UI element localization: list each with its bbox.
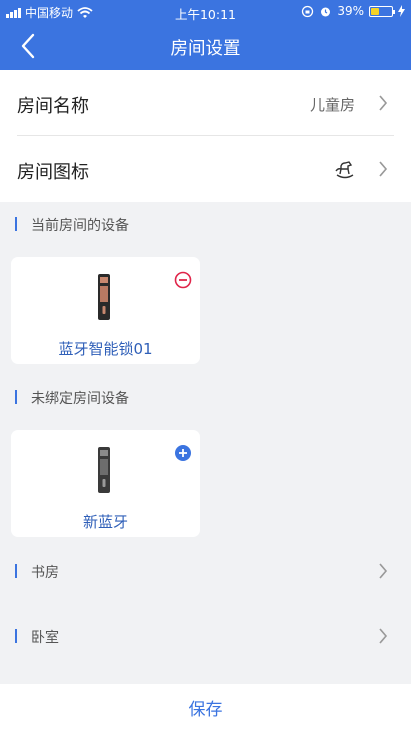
room-icon-row[interactable]: 房间图标 [0,136,411,202]
current-devices-heading: 当前房间的设备 [0,214,411,234]
device-name: 新蓝牙 [82,513,128,531]
chevron-right-icon [379,95,388,111]
room-name-row[interactable]: 房间名称 儿童房 [0,70,411,136]
section-marker [15,629,17,643]
rocking-horse-icon [335,161,354,179]
smart-lock-image [98,447,110,493]
section-marker [15,564,17,578]
rotation-lock-icon [302,5,314,17]
section-marker [15,217,17,231]
battery-fill [371,7,379,15]
section-title: 当前房间的设备 [31,218,129,234]
room-item-label: 卧室 [31,630,59,646]
chevron-right-icon [379,628,388,644]
room-name-label: 房间名称 [17,96,89,117]
unbound-devices-heading: 未绑定房间设备 [0,387,411,407]
room-item-label: 书房 [31,565,59,581]
alarm-icon [321,7,331,16]
battery-icon [369,5,395,17]
room-item-bedroom[interactable]: 卧室 [0,626,411,646]
remove-icon[interactable] [174,271,192,289]
room-name-value: 儿童房 [309,96,355,114]
device-card[interactable]: 新蓝牙 [11,430,200,537]
add-icon[interactable] [174,444,192,462]
status-bar: 中国移动 上午10:11 39% [0,0,411,22]
page-title: 房间设置 [170,39,241,59]
save-button[interactable]: 保存 [0,695,411,720]
section-marker [15,390,17,404]
section-title: 未绑定房间设备 [31,391,129,407]
footer-bar: 保存 [0,684,411,732]
room-icon-label: 房间图标 [17,162,89,183]
app-header: 中国移动 上午10:11 39% 房间设置 [0,0,411,70]
battery-percent: 39% [337,4,364,18]
device-name: 蓝牙智能锁01 [58,340,153,358]
chevron-right-icon [379,161,388,177]
room-item-study[interactable]: 书房 [0,561,411,581]
smart-lock-image [98,274,110,320]
device-card[interactable]: 蓝牙智能锁01 [11,257,200,364]
charging-icon [398,5,405,17]
chevron-right-icon [379,563,388,579]
